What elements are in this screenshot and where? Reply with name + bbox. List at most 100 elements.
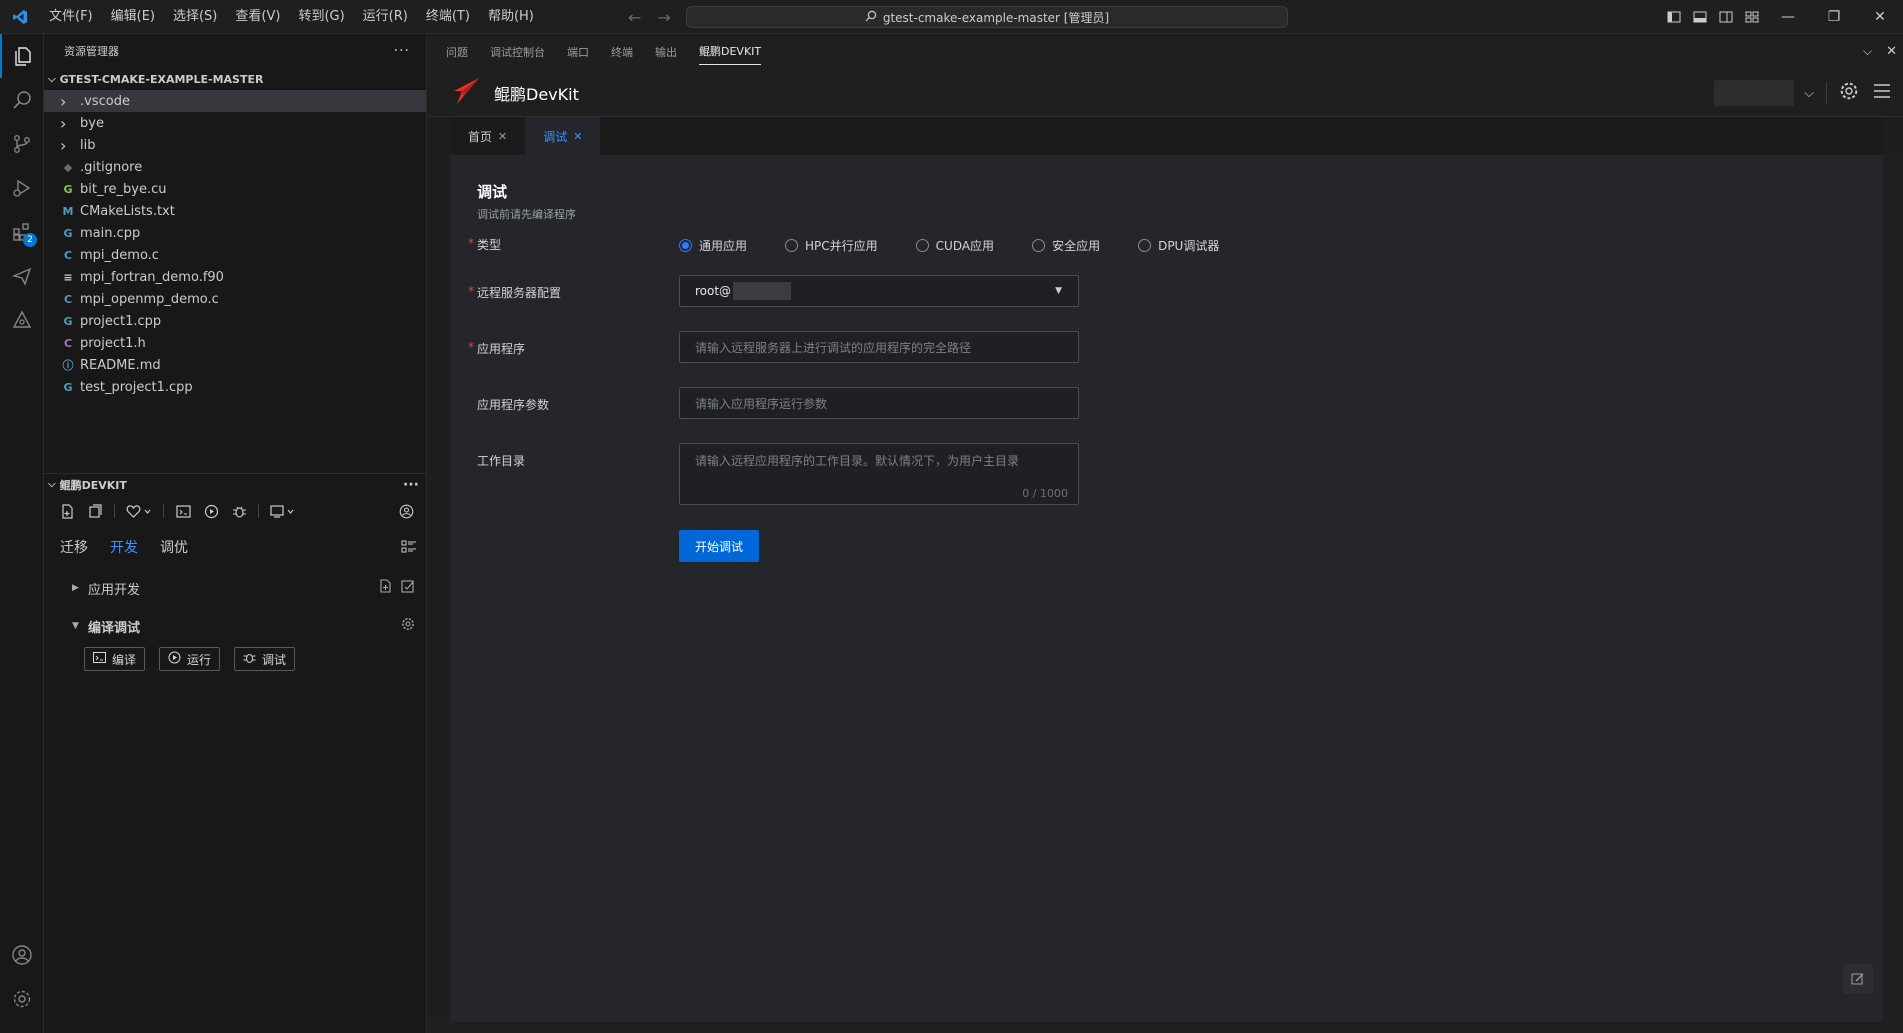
workdir-label: 工作目录	[477, 454, 526, 468]
server-select[interactable]: root@ ▼	[679, 275, 1079, 307]
list-view-icon[interactable]	[401, 539, 417, 559]
chevron-right-icon: ›	[60, 91, 67, 111]
feedback-edit-icon[interactable]	[1843, 964, 1873, 994]
devkit-send-icon[interactable]	[0, 254, 44, 298]
header-file-icon: C	[63, 336, 73, 350]
compile-icon[interactable]	[174, 502, 192, 520]
account-icon[interactable]	[0, 933, 44, 977]
panel-tab[interactable]: 鲲鹏DEVKIT	[699, 39, 762, 65]
health-check-icon[interactable]	[125, 502, 153, 520]
menu-item[interactable]: 转到(G)	[289, 0, 353, 34]
deploy-icon[interactable]	[0, 298, 44, 342]
file-item[interactable]: ◆ .gitignore	[44, 156, 426, 178]
close-window-icon[interactable]: ✕	[1857, 0, 1903, 34]
file-item[interactable]: M CMakeLists.txt	[44, 200, 426, 222]
search-icon[interactable]	[0, 78, 44, 122]
command-center[interactable]: gtest-cmake-example-master [管理员]	[686, 6, 1288, 28]
source-control-icon[interactable]	[0, 122, 44, 166]
compile-button[interactable]: 编译	[84, 647, 146, 671]
minimize-icon[interactable]: —	[1765, 0, 1811, 34]
menu-item[interactable]: 查看(V)	[226, 0, 289, 34]
file-item[interactable]: Gbit_re_bye.cu	[44, 178, 426, 200]
panel-tab[interactable]: 调试控制台	[490, 34, 545, 69]
panel-tab[interactable]: 端口	[567, 34, 589, 69]
close-icon[interactable]: ✕	[573, 130, 582, 143]
menu-item[interactable]: 终端(T)	[417, 0, 479, 34]
manage-gear-icon[interactable]	[0, 977, 44, 1021]
radio-cuda-app[interactable]: CUDA应用	[915, 237, 994, 254]
group-app-dev[interactable]: ▶ 应用开发	[44, 569, 427, 607]
chevron-down-icon[interactable]: ⌵	[1863, 44, 1872, 59]
customize-layout-icon[interactable]	[1739, 0, 1765, 34]
explorer-icon[interactable]	[0, 34, 44, 78]
menu-item[interactable]: 选择(S)	[164, 0, 226, 34]
toggle-panel-icon[interactable]	[1687, 0, 1713, 34]
file-item[interactable]: Cmpi_demo.c	[44, 244, 426, 266]
tab-tune[interactable]: 调优	[160, 537, 188, 557]
debug-label: 调试	[262, 652, 287, 667]
scrollbar-track[interactable]	[1883, 155, 1903, 1033]
remote-monitor-icon[interactable]	[269, 502, 297, 520]
close-panel-icon[interactable]: ✕	[1886, 44, 1897, 59]
extensions-icon[interactable]: 2	[0, 210, 44, 254]
radio-secure-app[interactable]: 安全应用	[1032, 237, 1100, 254]
new-file-icon[interactable]	[58, 502, 76, 520]
file-item[interactable]: Gproject1.cpp	[44, 310, 426, 332]
tab-home[interactable]: 首页 ✕	[450, 117, 525, 155]
file-item[interactable]: ⓘ README.md	[44, 354, 426, 376]
settings-gear-icon[interactable]	[401, 617, 415, 635]
file-item[interactable]: Cproject1.h	[44, 332, 426, 354]
app-path-input[interactable]: 请输入远程服务器上进行调试的应用程序的完全路径	[679, 331, 1079, 363]
menu-item[interactable]: 运行(R)	[354, 0, 417, 34]
app-args-input[interactable]: 请输入应用程序运行参数	[679, 387, 1079, 419]
more-actions-icon[interactable]: ···	[394, 43, 410, 59]
file-item[interactable]: Gmain.cpp	[44, 222, 426, 244]
toggle-secondary-sidebar-icon[interactable]	[1713, 0, 1739, 34]
chevron-down-icon[interactable]: ⌵	[1804, 86, 1814, 101]
radio-hpc-app[interactable]: HPC并行应用	[785, 237, 878, 254]
debug-bug-icon[interactable]	[230, 502, 248, 520]
workdir-textarea[interactable]: 请输入远程应用程序的工作目录。默认情况下，为用户主目录 0 / 1000	[679, 443, 1079, 505]
tab-develop[interactable]: 开发	[110, 537, 138, 557]
radio-dpu-debugger[interactable]: DPU调试器	[1138, 237, 1219, 254]
menu-item[interactable]: 帮助(H)	[479, 0, 543, 34]
debug-form-page: 调试 调试前请先编译程序 * 类型 通用应用 HPC并行应用 CUDA应用 安全…	[450, 155, 1883, 1022]
back-arrow-icon[interactable]: ←	[628, 8, 641, 27]
user-avatar[interactable]	[1714, 80, 1795, 106]
run-debug-icon[interactable]	[0, 166, 44, 210]
copy-icon[interactable]	[86, 502, 104, 520]
workspace-root[interactable]: ⌵ GTEST-CMAKE-EXAMPLE-MASTER	[44, 68, 426, 90]
tab-migrate[interactable]: 迁移	[60, 537, 88, 557]
import-project-icon[interactable]	[401, 579, 415, 597]
debug-button[interactable]: 调试	[234, 647, 296, 671]
radio-general-app[interactable]: 通用应用	[679, 237, 747, 254]
group-compile-debug[interactable]: ▼ 编译调试	[44, 607, 427, 645]
start-debug-button[interactable]: 开始调试	[679, 530, 759, 562]
toggle-sidebar-icon[interactable]	[1661, 0, 1687, 34]
close-icon[interactable]: ✕	[498, 130, 507, 143]
folder-item[interactable]: › bye	[44, 112, 426, 134]
tab-debug[interactable]: 调试 ✕	[525, 117, 601, 155]
more-actions-icon[interactable]: ···	[403, 477, 419, 493]
menu-item[interactable]: 文件(F)	[40, 0, 102, 34]
run-button[interactable]: 运行	[159, 647, 221, 671]
file-item[interactable]: Cmpi_openmp_demo.c	[44, 288, 426, 310]
hamburger-menu-icon[interactable]	[1873, 83, 1891, 103]
settings-gear-icon[interactable]	[1839, 81, 1859, 105]
restore-icon[interactable]: ❐	[1811, 0, 1857, 34]
cpp-file-icon: G	[63, 226, 73, 240]
folder-item[interactable]: › lib	[44, 134, 426, 156]
menu-item[interactable]: 编辑(E)	[102, 0, 164, 34]
folder-item[interactable]: › .vscode	[44, 90, 426, 112]
panel-tab[interactable]: 终端	[611, 34, 633, 69]
new-project-icon[interactable]	[379, 579, 393, 597]
devkit-section-header[interactable]: ⌵ 鲲鹏DEVKIT ···	[44, 473, 427, 495]
file-item[interactable]: Gtest_project1.cpp	[44, 376, 426, 398]
forward-arrow-icon[interactable]: →	[657, 8, 670, 27]
panel-tab[interactable]: 问题	[446, 34, 468, 69]
file-item[interactable]: ≡ mpi_fortran_demo.f90	[44, 266, 426, 288]
run-icon[interactable]	[202, 502, 220, 520]
required-mark: *	[468, 340, 474, 354]
panel-tab[interactable]: 输出	[655, 34, 677, 69]
user-account-icon[interactable]	[397, 502, 415, 520]
